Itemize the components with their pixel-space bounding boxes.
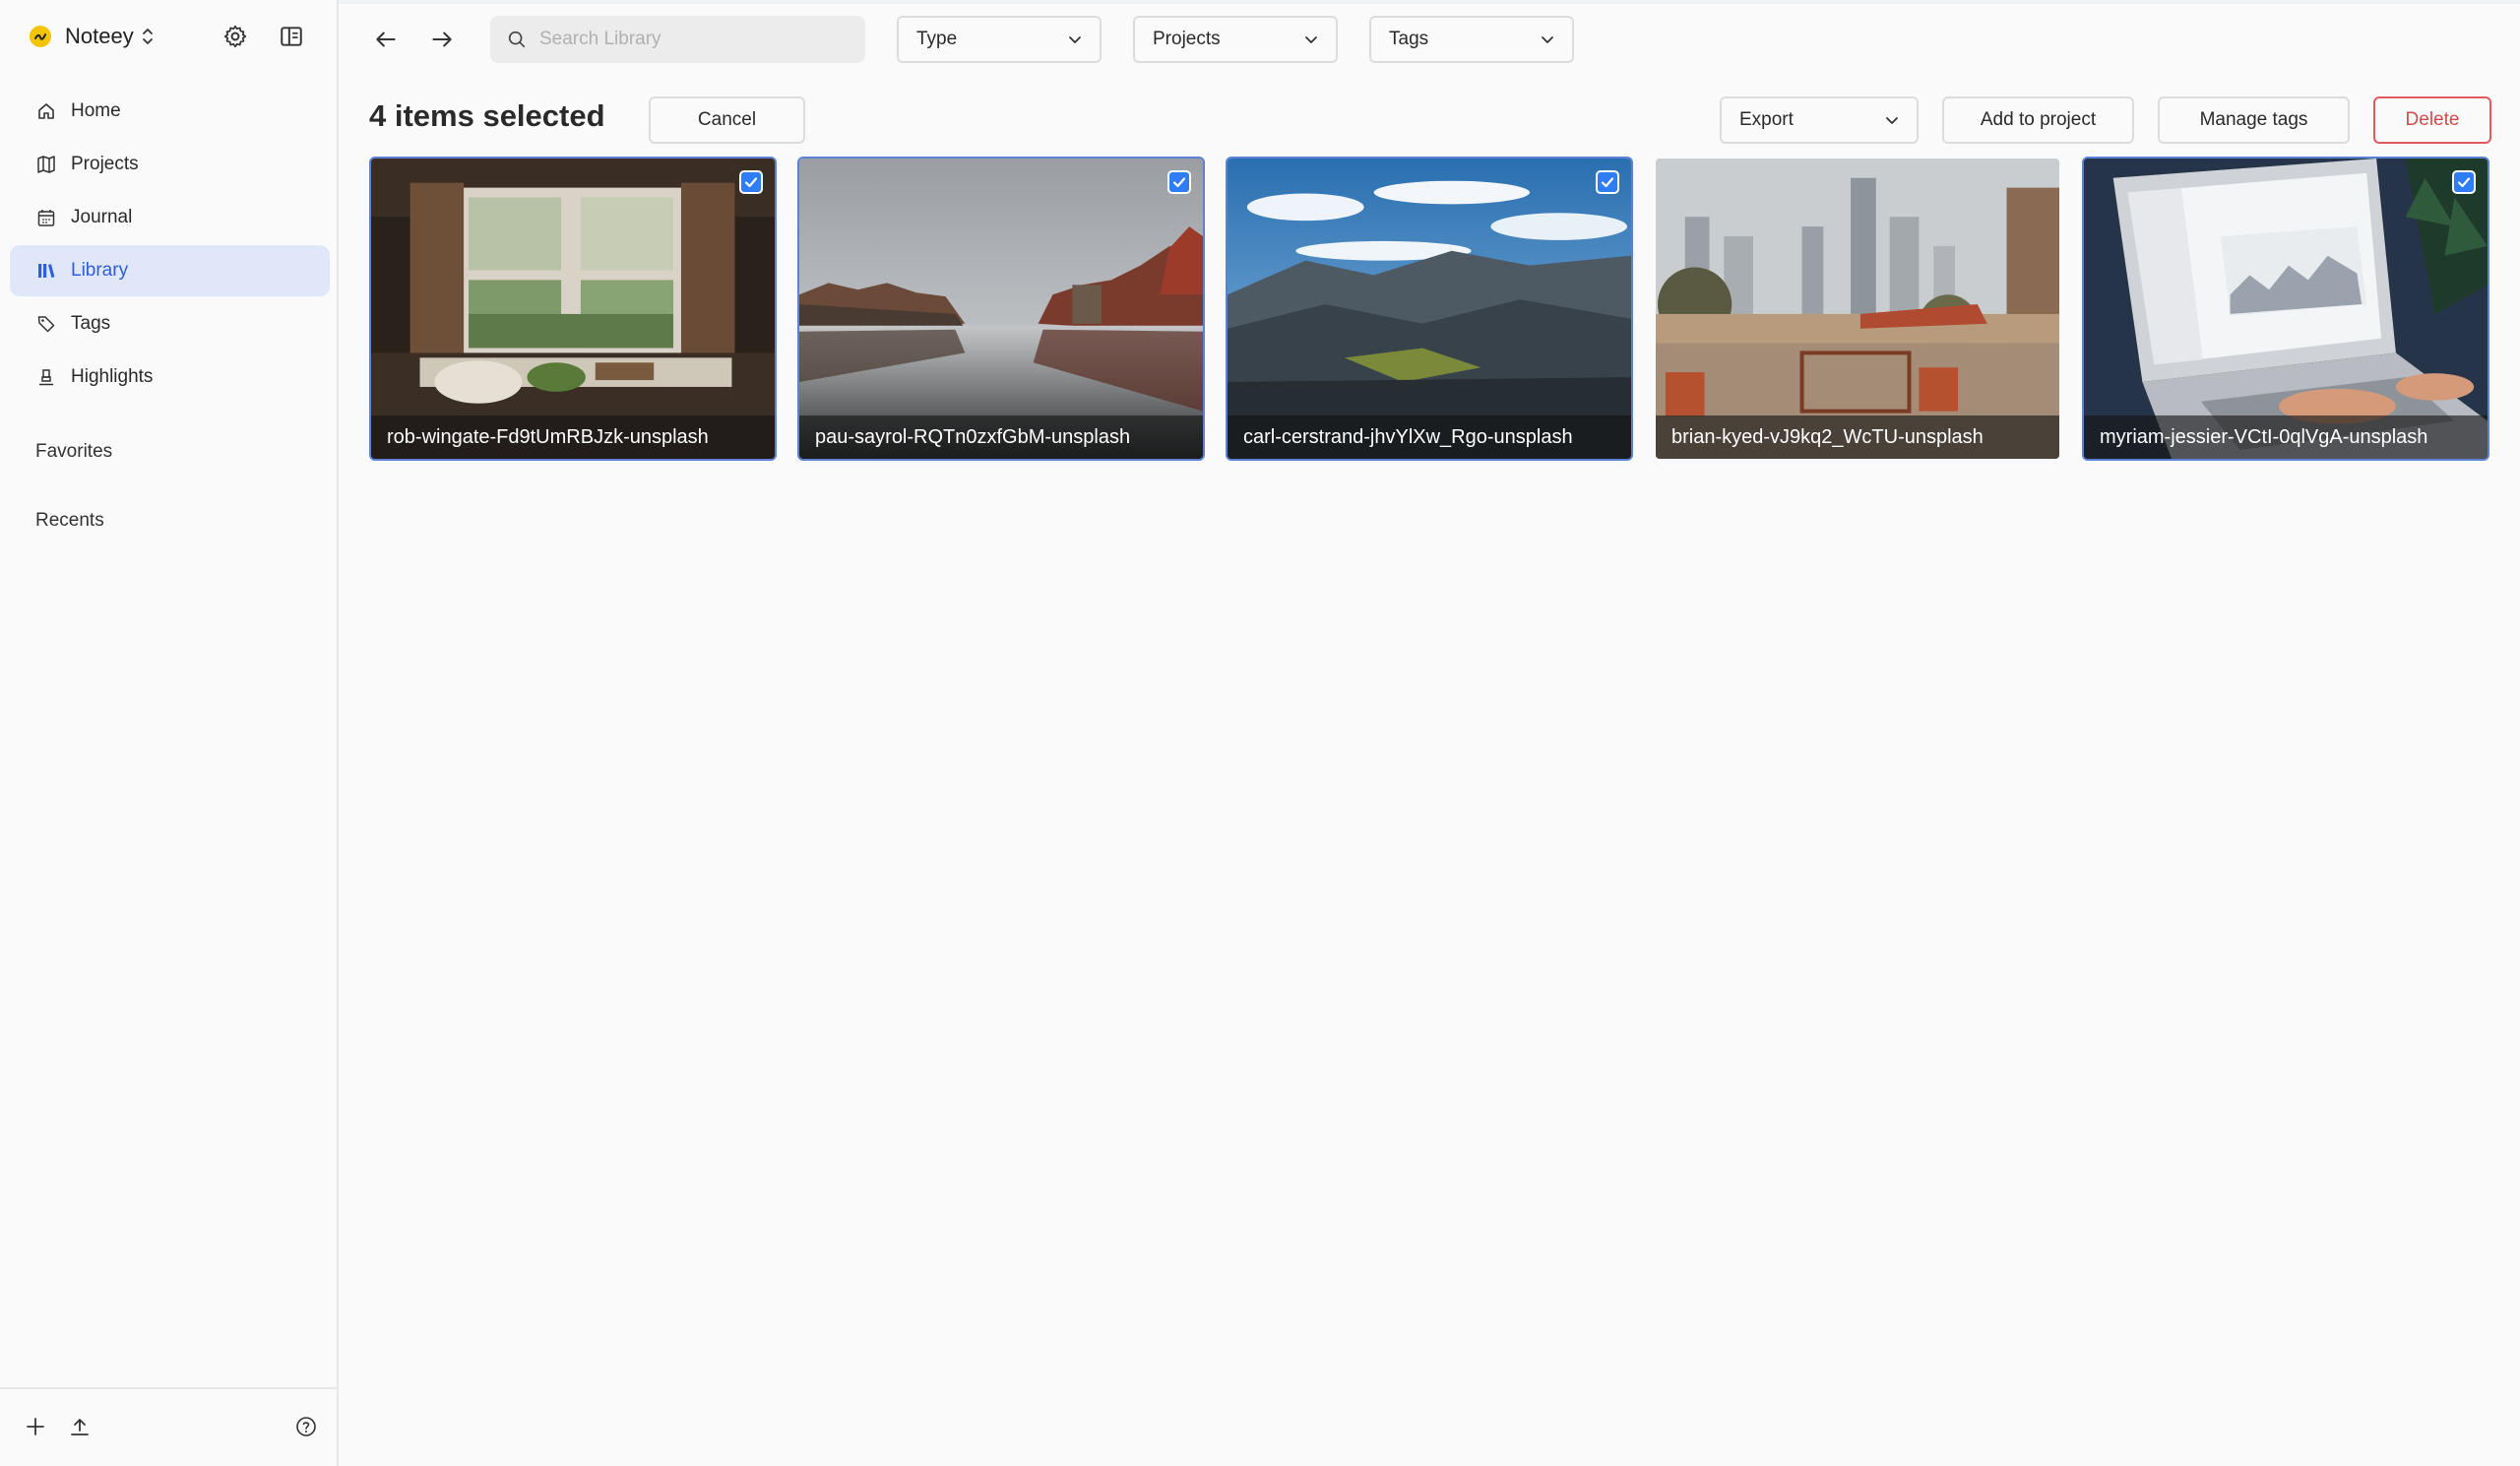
sidebar-item-label: Journal [71, 207, 133, 227]
export-label: Export [1739, 109, 1794, 130]
manage-tags-button[interactable]: Manage tags [2158, 96, 2350, 144]
checkmark-icon [2457, 177, 2471, 188]
add-to-project-button[interactable]: Add to project [1942, 96, 2134, 144]
library-item-title: brian-kyed-vJ9kq2_WcTU-unsplash [1656, 415, 2059, 459]
favorites-section-label[interactable]: Favorites [35, 441, 112, 463]
type-filter-dropdown[interactable]: Type [897, 16, 1102, 63]
library-item[interactable]: rob-wingate-Fd9tUmRBJzk-unsplash [369, 157, 777, 461]
chevron-up-down-icon [140, 26, 156, 47]
add-button[interactable] [16, 1407, 55, 1446]
thumbnail-image [2084, 159, 2488, 459]
library-item-title: rob-wingate-Fd9tUmRBJzk-unsplash [371, 415, 775, 459]
calendar-icon [35, 207, 57, 228]
library-item[interactable]: pau-sayrol-RQTn0zxfGbM-unsplash [797, 157, 1205, 461]
gear-icon [223, 25, 247, 48]
recents-section-label[interactable]: Recents [35, 510, 104, 532]
chevron-down-icon [1542, 36, 1553, 43]
thumbnail-image [799, 159, 1203, 459]
back-button[interactable] [366, 20, 406, 59]
checkmark-icon [744, 177, 758, 188]
sidebar-item-label: Home [71, 100, 121, 121]
export-dropdown[interactable]: Export [1720, 96, 1919, 144]
chevron-down-icon [1886, 117, 1898, 124]
library-item-title: pau-sayrol-RQTn0zxfGbM-unsplash [799, 415, 1203, 459]
search-icon [508, 31, 526, 48]
noteey-logo-icon [30, 26, 51, 47]
library-item[interactable]: carl-cerstrand-jhvYlXw_Rgo-unsplash [1226, 157, 1633, 461]
workspace-switcher[interactable]: Noteey [30, 20, 156, 53]
tags-filter-label: Tags [1389, 29, 1429, 49]
checkmark-icon [1172, 177, 1186, 188]
search-box [490, 16, 865, 63]
library-item-title: myriam-jessier-VCtI-0qlVgA-unsplash [2084, 415, 2488, 459]
sidebar-item-label: Highlights [71, 366, 154, 387]
sidebar-item-home[interactable]: Home [10, 86, 330, 137]
help-circle-icon [296, 1417, 316, 1436]
cancel-button[interactable]: Cancel [649, 96, 805, 144]
tag-icon [35, 313, 57, 335]
settings-button[interactable] [216, 17, 255, 56]
sidebar-footer [0, 1387, 337, 1466]
top-accent-line [0, 0, 2520, 4]
tags-filter-dropdown[interactable]: Tags [1369, 16, 1574, 63]
toggle-sidebar-button[interactable] [272, 17, 311, 56]
home-icon [35, 100, 57, 122]
sidebar-item-highlights[interactable]: Highlights [10, 351, 330, 403]
sidebar-item-label: Projects [71, 154, 139, 174]
forward-button[interactable] [422, 20, 462, 59]
delete-button[interactable]: Delete [2373, 96, 2491, 144]
plus-icon [27, 1418, 44, 1435]
checkmark-icon [1601, 177, 1614, 188]
projects-filter-label: Projects [1153, 29, 1221, 49]
sidebar-nav: Home Projects Journal Library Tags Highl… [10, 86, 330, 405]
chevron-down-icon [1305, 36, 1317, 43]
highlighter-icon [35, 366, 57, 388]
library-item-title: carl-cerstrand-jhvYlXw_Rgo-unsplash [1228, 415, 1631, 459]
projects-filter-dropdown[interactable]: Projects [1133, 16, 1338, 63]
library-item[interactable]: myriam-jessier-VCtI-0qlVgA-unsplash [2082, 157, 2489, 461]
type-filter-label: Type [916, 29, 958, 49]
search-input[interactable] [537, 28, 856, 51]
library-icon [35, 260, 57, 282]
sidebar-item-tags[interactable]: Tags [10, 298, 330, 350]
map-icon [35, 154, 57, 175]
sidebar-item-label: Library [71, 260, 129, 281]
sidebar-item-library[interactable]: Library [10, 245, 330, 296]
selected-checkbox[interactable] [1596, 170, 1619, 194]
thumbnail-image [1656, 159, 2059, 459]
app-name: Noteey [65, 24, 134, 48]
thumbnail-image [1228, 159, 1631, 459]
sidebar-item-journal[interactable]: Journal [10, 192, 330, 243]
upload-icon [71, 1419, 89, 1435]
selected-checkbox[interactable] [739, 170, 763, 194]
upload-button[interactable] [60, 1407, 99, 1446]
chevron-down-icon [1069, 36, 1081, 43]
selected-checkbox[interactable] [2452, 170, 2476, 194]
sidebar-panel-icon [281, 27, 302, 46]
selected-checkbox[interactable] [1167, 170, 1191, 194]
selection-count-title: 4 items selected [369, 98, 605, 133]
help-button[interactable] [286, 1407, 326, 1446]
sidebar-item-projects[interactable]: Projects [10, 139, 330, 190]
library-item[interactable]: brian-kyed-vJ9kq2_WcTU-unsplash [1654, 157, 2061, 461]
arrow-right-icon [432, 32, 452, 47]
arrow-left-icon [376, 32, 396, 47]
sidebar-item-label: Tags [71, 313, 111, 334]
thumbnail-image [371, 159, 775, 459]
sidebar: Noteey Home Projects Journal Library Tag… [0, 0, 339, 1466]
